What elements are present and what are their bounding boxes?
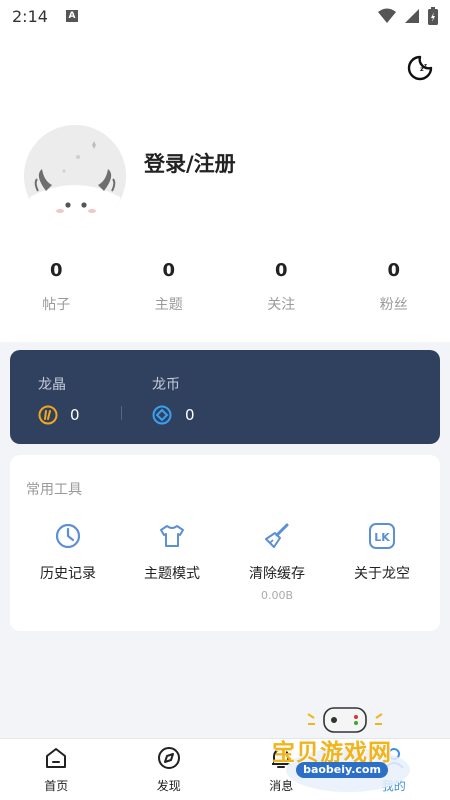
lk-logo-icon: LK bbox=[369, 523, 395, 549]
stat-label: 主题 bbox=[154, 297, 183, 313]
wifi-icon bbox=[378, 8, 396, 23]
stat-label: 帖子 bbox=[42, 297, 71, 313]
stat-label: 粉丝 bbox=[379, 297, 408, 313]
tools-title: 常用工具 bbox=[26, 482, 82, 498]
stat-value: 0 bbox=[387, 260, 401, 281]
crystal-value: 0 bbox=[70, 406, 80, 424]
clock-icon bbox=[55, 523, 81, 549]
nav-discover[interactable]: 发现 bbox=[113, 739, 226, 800]
tool-history[interactable]: 历史记录 bbox=[14, 521, 122, 583]
nav-label: 首页 bbox=[44, 779, 69, 793]
tool-label: 关于龙空 bbox=[354, 566, 410, 582]
wallet-divider bbox=[121, 406, 122, 420]
coin-value: 0 bbox=[185, 406, 195, 424]
battery-icon bbox=[428, 7, 438, 25]
login-register-link[interactable]: 登录/注册 bbox=[144, 148, 236, 178]
coin-icon bbox=[152, 405, 172, 425]
tool-about[interactable]: LK 关于龙空 bbox=[328, 521, 436, 583]
crystal-icon bbox=[38, 405, 58, 425]
stat-value: 0 bbox=[162, 260, 176, 281]
crystal-label: 龙晶 bbox=[38, 377, 66, 393]
tools-card: 常用工具 历史记录 主题模式 清除缓存 0.00B LK 关于龙空 bbox=[10, 455, 440, 631]
brush-icon bbox=[265, 523, 289, 548]
status-indicators bbox=[378, 7, 438, 25]
profile-header: z z 登录/注册 0 帖子 0 主题 0 关注 0 粉丝 bbox=[0, 32, 450, 342]
compass-icon bbox=[157, 747, 180, 769]
watermark-url: baobeiy.com bbox=[296, 762, 388, 778]
tool-label: 主题模式 bbox=[144, 566, 200, 582]
stat-value: 0 bbox=[274, 260, 288, 281]
lk-logo-text: LK bbox=[374, 531, 390, 544]
nav-label: 我的 bbox=[381, 779, 406, 793]
tool-theme[interactable]: 主题模式 bbox=[118, 521, 226, 583]
tshirt-icon bbox=[160, 525, 184, 547]
stat-label: 关注 bbox=[267, 297, 296, 313]
avatar[interactable] bbox=[24, 125, 126, 227]
cache-size: 0.00B bbox=[260, 589, 294, 602]
stat-value: 0 bbox=[49, 260, 63, 281]
dragon-avatar-icon bbox=[24, 125, 126, 227]
svg-text:z: z bbox=[424, 63, 427, 69]
wallet-card[interactable]: 龙晶 0 龙币 0 bbox=[10, 350, 440, 444]
stat-topics[interactable]: 0 主题 bbox=[113, 260, 226, 314]
stats-row: 0 帖子 0 主题 0 关注 0 粉丝 bbox=[0, 260, 450, 314]
home-icon bbox=[46, 748, 67, 768]
nav-label: 发现 bbox=[156, 779, 181, 793]
nav-label: 消息 bbox=[269, 779, 294, 793]
night-mode-icon[interactable]: z z bbox=[406, 54, 434, 82]
stat-following[interactable]: 0 关注 bbox=[225, 260, 338, 314]
status-time: 2:14 bbox=[12, 6, 48, 26]
stat-posts[interactable]: 0 帖子 bbox=[0, 260, 113, 314]
notification-icon: A bbox=[65, 10, 78, 22]
signal-icon bbox=[405, 9, 419, 23]
tool-label: 清除缓存 bbox=[249, 566, 305, 582]
tool-label: 历史记录 bbox=[40, 566, 96, 582]
coin-label: 龙币 bbox=[152, 377, 180, 393]
nav-home[interactable]: 首页 bbox=[0, 739, 113, 800]
stat-followers[interactable]: 0 粉丝 bbox=[338, 260, 450, 314]
status-bar: 2:14 A bbox=[0, 0, 450, 32]
tool-clear-cache[interactable]: 清除缓存 0.00B bbox=[223, 521, 331, 602]
